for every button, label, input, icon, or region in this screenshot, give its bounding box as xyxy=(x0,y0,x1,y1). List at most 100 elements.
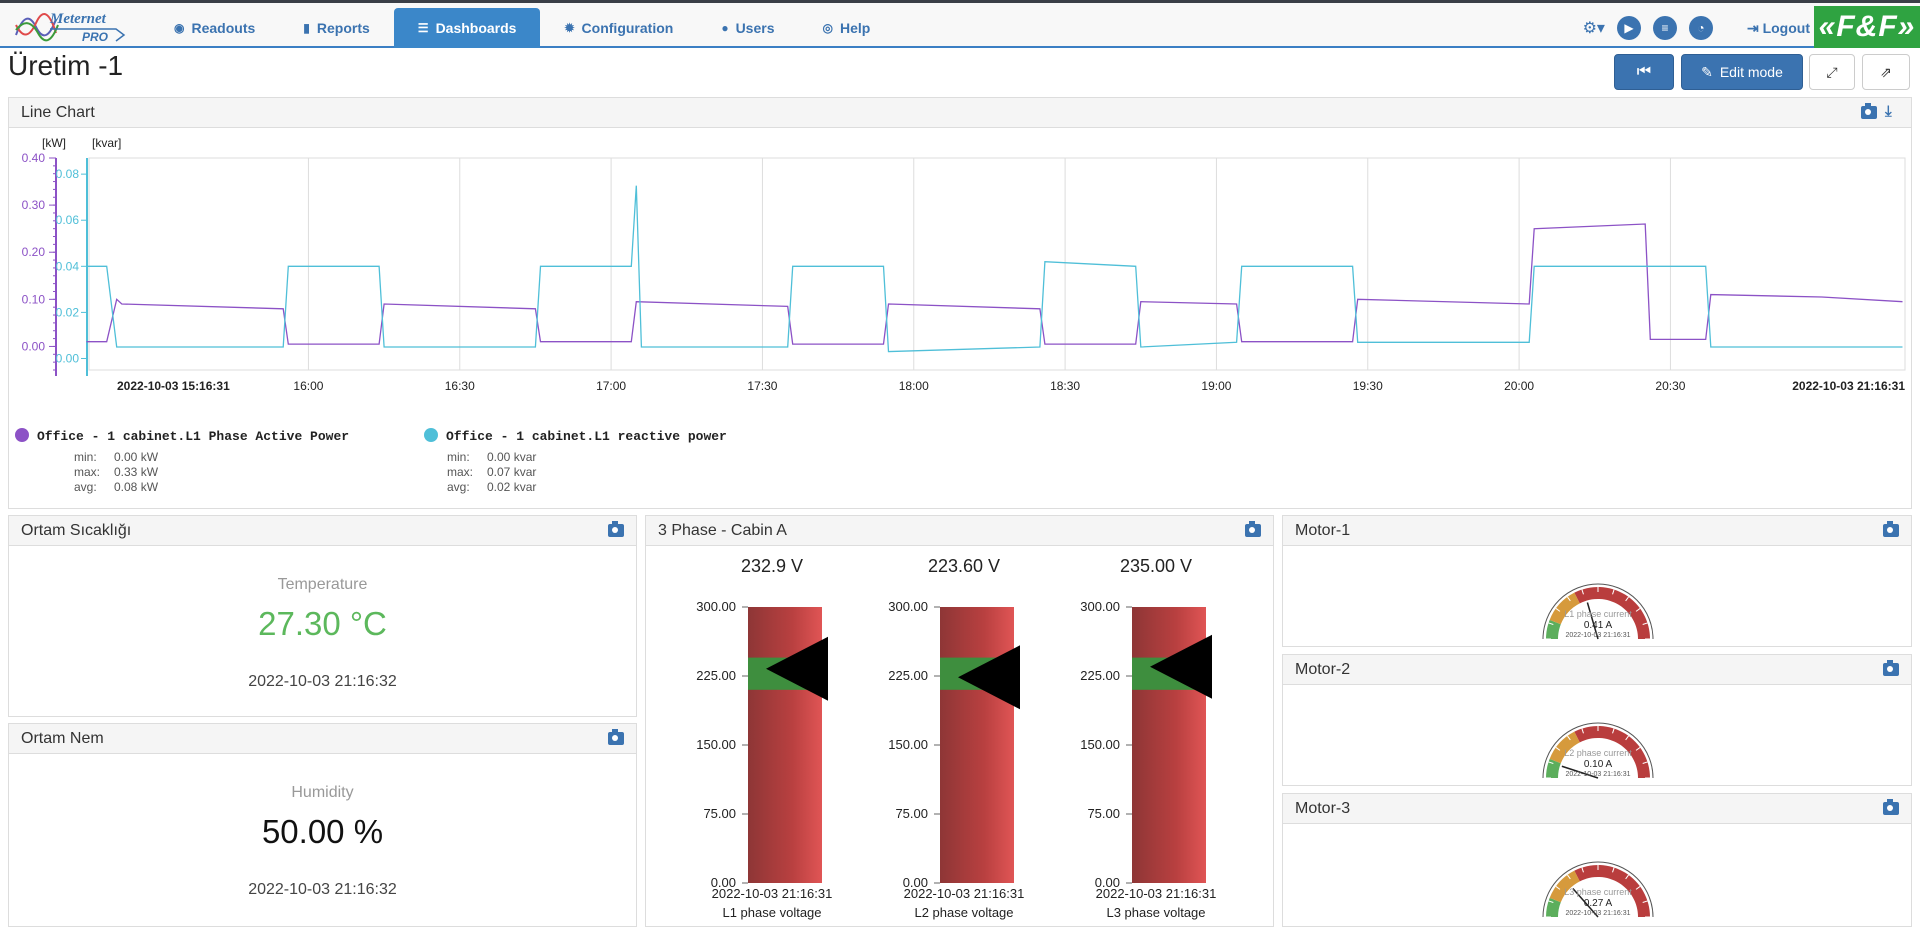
left-tick-label: 0.40 xyxy=(22,151,46,165)
left-tick-label: 0.10 xyxy=(22,292,46,306)
edit-mode-button[interactable]: ✎ Edit mode xyxy=(1681,54,1803,90)
nav-label: Dashboards xyxy=(435,20,517,36)
motor-3-header: Motor-3 xyxy=(1283,794,1911,824)
motor-1-gauge: L1 phase current0.41 A2022-10-03 21:16:3… xyxy=(1542,583,1654,640)
eye-icon: ◉ xyxy=(174,21,185,35)
motor-1-header: Motor-1 xyxy=(1283,516,1911,546)
x-tick-label: 20:30 xyxy=(1655,379,1685,393)
logout-label: Logout xyxy=(1762,19,1810,36)
meter-tick-label: 75.00 xyxy=(895,806,928,821)
logout-link[interactable]: ⇥ Logout xyxy=(1747,20,1810,37)
nav-readouts[interactable]: ◉ Readouts xyxy=(150,8,279,48)
l1-voltage-value: 232.9 V xyxy=(740,556,804,576)
database-icon[interactable]: ≡ xyxy=(1652,16,1677,40)
line-chart-panel: Line Chart ⤓ [kW] [kvar] 16:00 16:30 17:00… xyxy=(8,97,1912,509)
stat-min-label: min: xyxy=(447,450,470,464)
camera-icon[interactable] xyxy=(608,521,624,537)
legend-dot-2 xyxy=(424,428,438,442)
l1-label: L1 phase voltage xyxy=(722,905,822,920)
stat-avg-label: avg: xyxy=(447,480,470,494)
meter-tick-label: 75.00 xyxy=(703,806,736,821)
camera-icon[interactable] xyxy=(1883,799,1899,815)
camera-icon[interactable] xyxy=(1245,521,1261,537)
l3-voltage-value: 235.00 V xyxy=(1119,556,1193,576)
nav-label: Reports xyxy=(316,20,370,36)
left-tick-label: 0.30 xyxy=(22,198,46,212)
meter-tick-label: 300.00 xyxy=(696,599,736,614)
legend-series-2[interactable]: Office - 1 cabinet.L1 reactive power xyxy=(424,428,727,444)
stat-max-label: max: xyxy=(447,465,474,479)
line-chart-title: Line Chart xyxy=(21,103,95,121)
camera-icon[interactable] xyxy=(1883,521,1899,537)
x-tick-label: 19:00 xyxy=(1201,379,1231,393)
temperature-label: Temperature xyxy=(277,576,368,593)
bar-chart-icon: ▮ xyxy=(303,21,310,35)
main-nav: ◉ Readouts ▮ Reports ☰ Dashboards ✹ Configurati… xyxy=(150,8,894,48)
settings-dropdown-icon[interactable]: ⚙▾ xyxy=(1583,18,1605,38)
back-button[interactable]: ⏮ xyxy=(1614,54,1674,90)
l3-footer: 2022-10-03 21:16:31 L3 phase voltage xyxy=(1076,884,1236,922)
right-tick-label: 0.06 xyxy=(56,213,80,227)
legend-series-1[interactable]: Office - 1 cabinet.L1 Phase Active Power xyxy=(15,428,349,444)
line-chart-svg[interactable]: 16:00 16:30 17:00 17:30 18:00 18:30 19:00 19:30… xyxy=(9,148,1913,448)
three-phase-header: 3 Phase - Cabin A xyxy=(646,516,1273,546)
series-1-max: 0.33 kW xyxy=(114,465,159,479)
legend-dot-1 xyxy=(15,428,29,442)
motor-2-gauge: L2 phase current0.10 A2022-10-03 21:16:3… xyxy=(1542,722,1654,779)
nav-label: Users xyxy=(735,20,775,36)
list-icon: ☰ xyxy=(417,21,429,35)
fullscreen-button[interactable]: ⤢ xyxy=(1809,54,1855,90)
expand-icon: ⤢ xyxy=(1826,63,1838,80)
meter-tick-label: 225.00 xyxy=(1080,668,1120,683)
stat-min-label: min: xyxy=(74,450,97,464)
x-tick-label: 16:30 xyxy=(445,379,475,393)
motor-3-gauge: L3 phase current0.27 A2022-10-03 21:16:3… xyxy=(1542,861,1654,918)
plot-area xyxy=(88,157,1906,371)
motor-1-panel: Motor-1 L1 phase current 0.41 A 2022-10-03… xyxy=(1282,515,1912,647)
camera-icon[interactable] xyxy=(1861,103,1877,119)
meter-tick-label: 75.00 xyxy=(1087,806,1120,821)
play-icon[interactable]: ▶ xyxy=(1616,16,1641,40)
open-external-button[interactable]: ⇗ xyxy=(1862,54,1910,90)
series-2-avg: 0.02 kvar xyxy=(487,480,537,494)
right-tick-label: 0.02 xyxy=(56,305,80,319)
x-tick-label: 17:30 xyxy=(747,379,777,393)
nav-users[interactable]: ● Users xyxy=(697,8,798,48)
x-tick-label: 16:00 xyxy=(293,379,323,393)
meternet-logo[interactable]: Meternet PRO xyxy=(14,5,126,47)
gauge-label: L3 phase current xyxy=(1564,887,1632,897)
edit-icon: ✎ xyxy=(1701,63,1713,80)
meter-bar-2 xyxy=(940,607,1014,883)
stat-max-label: max: xyxy=(74,465,101,479)
l1-footer: 2022-10-03 21:16:31 L1 phase voltage xyxy=(692,884,852,922)
nav-configuration[interactable]: ✹ Configuration xyxy=(540,8,697,48)
x-end-label: 2022-10-03 21:16:31 xyxy=(1792,379,1905,393)
x-tick-label: 19:30 xyxy=(1353,379,1383,393)
meter-tick-label: 150.00 xyxy=(696,737,736,752)
ff-logo[interactable]: «F&F» xyxy=(1814,6,1920,48)
humidity-time: 2022-10-03 21:16:32 xyxy=(248,881,397,898)
gauge-time: 2022-10-03 21:16:31 xyxy=(1566,632,1631,639)
gauge-time: 2022-10-03 21:16:31 xyxy=(1566,771,1631,778)
gauge-label: L2 phase current xyxy=(1564,748,1632,758)
gauge-icon[interactable]: ◔ xyxy=(1688,16,1713,40)
meter-tick-label: 225.00 xyxy=(888,668,928,683)
camera-icon[interactable] xyxy=(1883,660,1899,676)
stat-avg-label: avg: xyxy=(74,480,97,494)
camera-icon[interactable] xyxy=(608,729,624,745)
nav-dashboards[interactable]: ☰ Dashboards xyxy=(393,8,541,48)
humidity-header: Ortam Nem xyxy=(9,724,636,754)
legend-label-1: Office - 1 cabinet.L1 Phase Active Power xyxy=(37,429,350,444)
nav-reports[interactable]: ▮ Reports xyxy=(279,8,394,48)
legend-label-2: Office - 1 cabinet.L1 reactive power xyxy=(446,429,727,444)
logo-text: Meternet xyxy=(49,11,107,27)
nav-help[interactable]: ◎ Help xyxy=(798,8,894,48)
logo-sub: PRO xyxy=(82,30,109,44)
series-2-min: 0.00 kvar xyxy=(487,450,537,464)
l2-footer: 2022-10-03 21:16:31 L2 phase voltage xyxy=(884,884,1044,922)
download-icon[interactable]: ⤓ xyxy=(1885,104,1899,120)
meter-tick-label: 150.00 xyxy=(888,737,928,752)
external-link-icon: ⇗ xyxy=(1880,63,1892,80)
series-1-min: 0.00 kW xyxy=(114,450,159,464)
x-start-label: 2022-10-03 15:16:31 xyxy=(117,379,230,393)
